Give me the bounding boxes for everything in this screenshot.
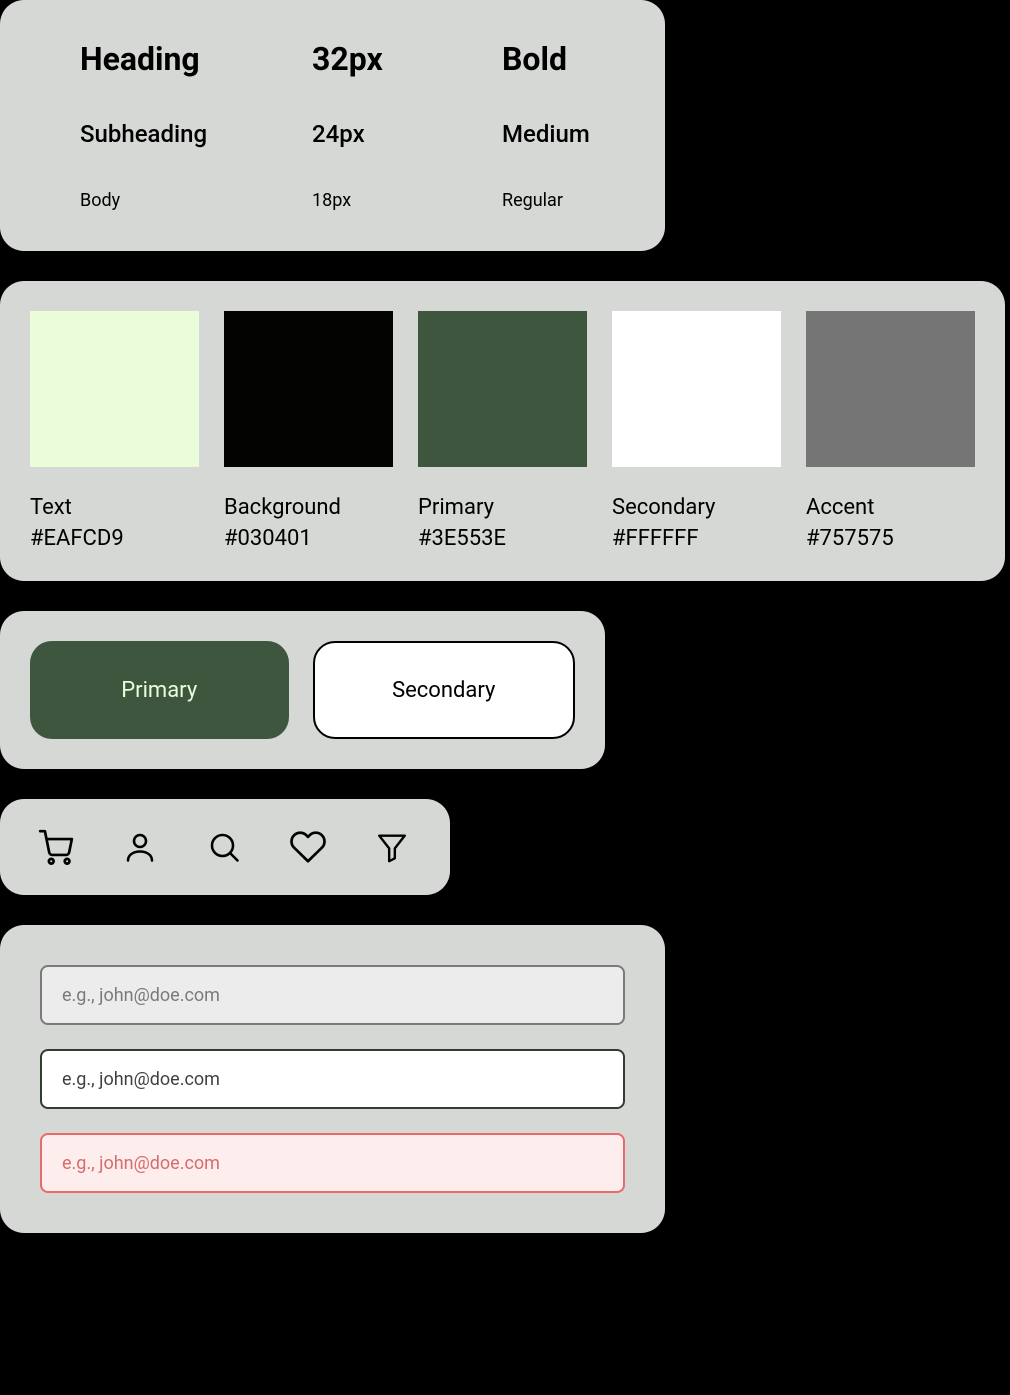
inputs-card xyxy=(0,925,665,1233)
swatch-label: Primary xyxy=(418,495,587,520)
typography-card: Heading 32px Bold Subheading 24px Medium… xyxy=(0,0,665,251)
swatch-primary: Primary #3E553E xyxy=(418,311,587,551)
typography-weight: Medium xyxy=(502,120,590,148)
typography-weight: Regular xyxy=(502,190,563,211)
typography-row-body: Body 18px Regular xyxy=(80,190,665,211)
typography-label: Body xyxy=(80,190,312,211)
swatch-label: Background xyxy=(224,495,393,520)
buttons-card: Primary Secondary xyxy=(0,611,605,769)
typography-label: Heading xyxy=(80,40,312,78)
email-input-error[interactable] xyxy=(40,1133,625,1193)
typography-label: Subheading xyxy=(80,120,312,148)
swatch-color xyxy=(612,311,781,467)
swatch-label: Text xyxy=(30,495,199,520)
swatch-background: Background #030401 xyxy=(224,311,393,551)
swatch-color xyxy=(806,311,975,467)
typography-row-heading: Heading 32px Bold xyxy=(80,40,665,78)
icons-card xyxy=(0,799,450,895)
swatch-color xyxy=(30,311,199,467)
cart-icon[interactable] xyxy=(36,827,76,867)
user-icon[interactable] xyxy=(120,827,160,867)
typography-size: 32px xyxy=(312,40,502,78)
secondary-button-label: Secondary xyxy=(392,678,495,703)
search-icon[interactable] xyxy=(204,827,244,867)
swatch-hex: #FFFFFF xyxy=(612,526,781,551)
primary-button-label: Primary xyxy=(121,678,197,703)
swatch-label: Secondary xyxy=(612,495,781,520)
swatch-hex: #3E553E xyxy=(418,526,587,551)
secondary-button[interactable]: Secondary xyxy=(313,641,576,739)
email-input-active[interactable] xyxy=(40,1049,625,1109)
swatch-color xyxy=(224,311,393,467)
typography-row-subheading: Subheading 24px Medium xyxy=(80,120,665,148)
swatch-hex: #757575 xyxy=(806,526,975,551)
typography-size: 24px xyxy=(312,120,502,148)
typography-size: 18px xyxy=(312,190,502,211)
swatch-accent: Accent #757575 xyxy=(806,311,975,551)
swatch-hex: #EAFCD9 xyxy=(30,526,199,551)
primary-button[interactable]: Primary xyxy=(30,641,289,739)
swatch-color xyxy=(418,311,587,467)
swatch-text: Text #EAFCD9 xyxy=(30,311,199,551)
swatch-hex: #030401 xyxy=(224,526,393,551)
color-palette-card: Text #EAFCD9 Background #030401 Primary … xyxy=(0,281,1005,581)
heart-icon[interactable] xyxy=(288,827,328,867)
email-input-default[interactable] xyxy=(40,965,625,1025)
swatch-label: Accent xyxy=(806,495,975,520)
swatch-secondary: Secondary #FFFFFF xyxy=(612,311,781,551)
typography-weight: Bold xyxy=(502,40,567,78)
filter-icon[interactable] xyxy=(372,827,412,867)
